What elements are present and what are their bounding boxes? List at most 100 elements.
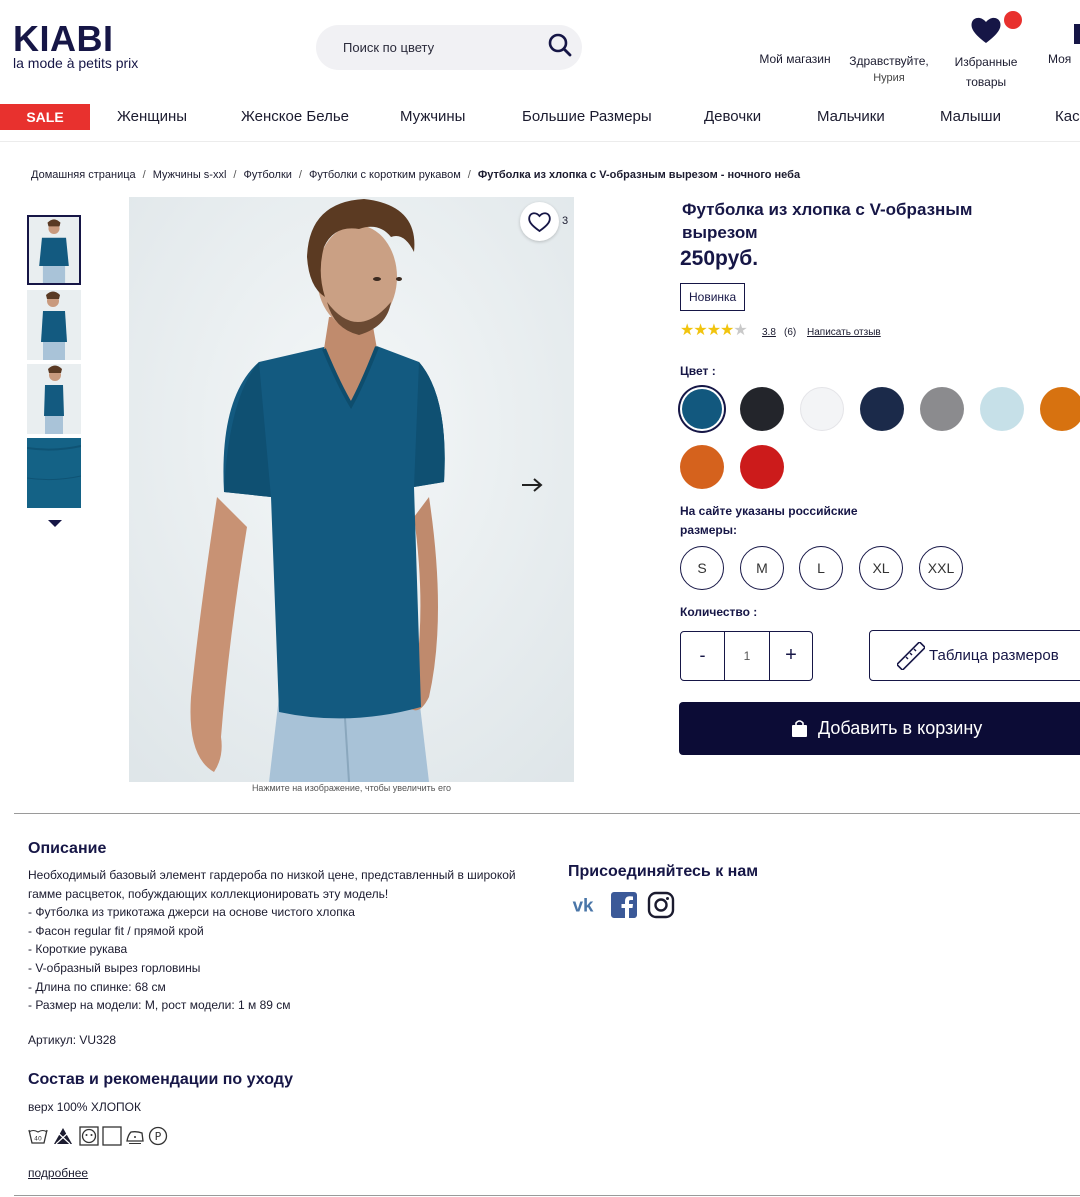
gallery-thumbnail[interactable] [27,438,81,508]
color-swatch[interactable] [920,387,964,431]
next-image-arrow-icon[interactable] [521,477,543,493]
color-swatch[interactable] [740,387,784,431]
nav-item-babies[interactable]: Малыши [940,108,1001,125]
bottom-divider [14,1195,1080,1196]
gallery-thumbnail[interactable] [27,290,81,360]
size-option-s[interactable]: S [680,546,724,590]
favorites-count: 3 [562,215,569,227]
gallery-thumbnail[interactable] [27,364,81,434]
join-us-title: Присоединяйтесь к нам [568,863,759,880]
tumble-dry-icon [79,1126,99,1146]
breadcrumb-separator: / [233,169,237,181]
dry-clean-p-icon: P [148,1126,168,1146]
more-details-link[interactable]: подробнее [28,1166,88,1180]
nav-item-lingerie[interactable]: Женское Белье [241,108,349,125]
breadcrumb-separator: / [467,169,471,181]
add-to-favorites-button[interactable] [520,202,559,241]
star-icon: ★ [720,322,734,339]
search-placeholder: Поиск по цвету [343,40,435,55]
favorites-heart-icon[interactable] [970,16,1002,44]
description-line: - V-образный вырез горловины [28,960,201,975]
user-name: Нурия [873,72,905,84]
nav-item-cashback[interactable]: Кас [1055,108,1080,125]
nav-item-women[interactable]: Женщины [117,108,187,125]
ruler-icon [897,642,925,670]
nav-item-plus-size[interactable]: Большие Размеры [522,108,652,125]
color-swatch[interactable] [1040,387,1080,431]
size-option-xxl[interactable]: XXL [919,546,963,590]
star-icon: ★ [693,322,707,339]
facebook-icon[interactable] [610,891,638,919]
star-icon: ★ [733,322,747,339]
rating-count: (6) [784,327,797,338]
color-swatch[interactable] [980,387,1024,431]
color-swatch[interactable] [800,387,844,431]
favorites-badge [1004,11,1022,29]
section-divider [14,813,1080,814]
instagram-icon[interactable] [647,891,675,919]
svg-text:vk: vk [573,895,594,916]
color-swatch[interactable] [680,387,724,431]
description-text: Необходимый базовый элемент гардероба по… [28,866,548,1015]
svg-text:40: 40 [34,1136,42,1143]
size-chart-button[interactable]: Таблица размеров [869,630,1080,681]
description-line: - Фасон regular fit / прямой крой [28,923,204,938]
description-line: - Размер на модели: M, рост модели: 1 м … [28,998,291,1013]
breadcrumb-tshirts[interactable]: Футболки [243,169,291,181]
quantity-plus-button[interactable]: + [769,632,812,680]
account-greeting[interactable]: Здравствуйте, Нурия [843,53,935,87]
description-line: - Длина по спинке: 68 см [28,979,166,994]
description-line: - Футболка из трикотажа джерси на основе… [28,905,355,920]
size-option-l[interactable]: L [799,546,843,590]
nav-item-men[interactable]: Мужчины [400,108,465,125]
my-store-link[interactable]: Мой магазин [752,51,838,68]
size-option-m[interactable]: M [740,546,784,590]
account-icon[interactable] [1074,24,1080,44]
description-title: Описание [28,840,107,857]
rating-stars[interactable]: ★★★★★ [680,322,748,339]
color-label: Цвет : [680,364,716,378]
add-to-cart-button[interactable]: Добавить в корзину [679,702,1080,755]
quantity-input[interactable]: 1 [725,632,769,680]
wash-40-icon: 40 [28,1129,48,1144]
favorites-link[interactable]: Избранные товары [944,52,1028,92]
breadcrumb-separator: / [298,169,302,181]
heart-outline-icon [528,212,551,233]
account-link[interactable]: Моя [1048,51,1080,68]
product-title: Футболка из хлопка с V-образным вырезом [682,200,973,242]
star-icon: ★ [706,322,721,339]
quantity-label: Количество : [680,605,758,619]
color-swatch[interactable] [860,387,904,431]
favorites-label-2: товары [965,75,1007,89]
search-input[interactable]: Поиск по цвету [316,25,582,70]
breadcrumb-short-sleeve[interactable]: Футболки с коротким рукавом [309,169,461,181]
size-note: На сайте указаны российские размеры: [680,504,858,537]
gallery-thumbnail[interactable] [27,215,81,285]
new-badge: Новинка [680,283,746,311]
kiabi-logo[interactable]: KIABI la mode à petits prix [13,18,138,71]
nav-item-girls[interactable]: Девочки [704,108,761,125]
quantity-minus-button[interactable]: - [681,632,725,680]
color-swatch[interactable] [740,445,784,489]
write-review-link[interactable]: Написать отзыв [807,327,881,338]
site-header: KIABI la mode à petits prix Поиск по цве… [0,0,1080,98]
rating-value[interactable]: 3.8 [762,327,776,338]
nav-item-boys[interactable]: Мальчики [817,108,885,125]
nav-item-sale[interactable]: SALE [0,104,90,130]
logo-wordmark: KIABI [13,18,114,59]
thumbnails-down-icon[interactable] [48,520,62,527]
breadcrumb-separator: / [142,169,146,181]
breadcrumb-men[interactable]: Мужчины s-xxl [153,169,227,181]
vk-icon[interactable]: vk [568,891,598,919]
dry-flat-icon [102,1126,122,1146]
breadcrumb-current: Футболка из хлопка с V-образным вырезом … [477,169,801,181]
breadcrumb-home[interactable]: Домашняя страница [31,169,136,181]
color-swatch[interactable] [680,445,724,489]
greeting-text: Здравствуйте, [849,54,929,68]
product-main-image[interactable] [129,197,574,782]
search-icon[interactable] [547,32,573,58]
size-option-xl[interactable]: XL [859,546,903,590]
favorites-label-1: Избранные [954,55,1018,69]
composition-text: верх 100% ХЛОПОК [28,1100,141,1114]
no-bleach-icon [54,1128,72,1145]
